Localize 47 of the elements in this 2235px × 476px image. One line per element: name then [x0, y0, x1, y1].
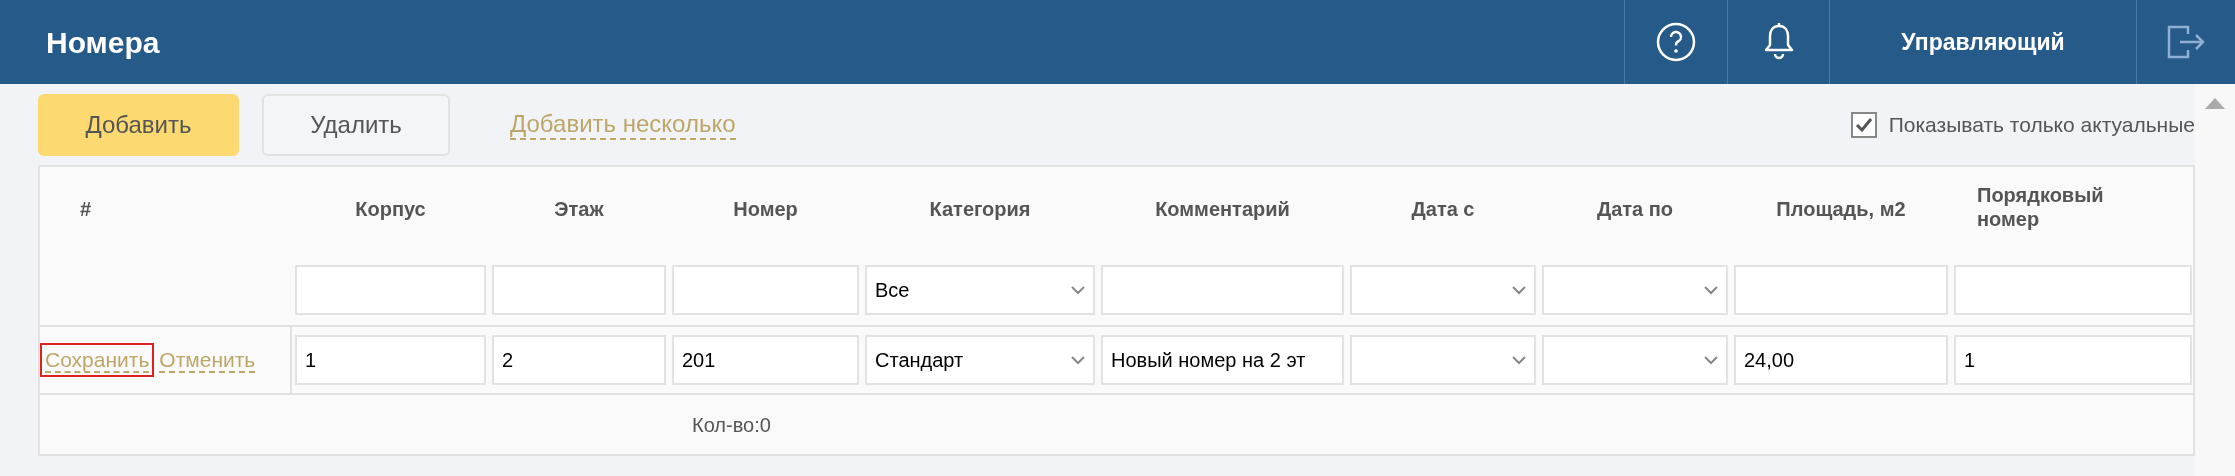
input-field[interactable]: 201 — [672, 335, 859, 385]
column-header: Порядковый номер — [1976, 183, 2105, 232]
chevron-down-icon — [1512, 285, 1526, 295]
bell-icon — [1762, 23, 1795, 61]
scrollbar[interactable] — [2195, 84, 2235, 476]
chevron-down-icon — [1704, 355, 1718, 365]
page-title: Номера — [45, 24, 161, 61]
select-field[interactable] — [1542, 335, 1728, 385]
input-field[interactable]: 24,00 — [1734, 335, 1948, 385]
select-field[interactable] — [1350, 265, 1536, 315]
chevron-down-icon — [1071, 355, 1085, 365]
help-icon — [1656, 22, 1696, 62]
checkbox-label: Показывать только актуальные — [1888, 111, 2195, 138]
column-header: Корпус — [354, 197, 427, 222]
chevron-down-icon — [1071, 285, 1085, 295]
column-header: # — [79, 197, 93, 222]
row-count: Кол-во:0 — [692, 412, 771, 438]
column-header: Категория — [928, 197, 1032, 222]
column-header: Комментарий — [1154, 197, 1291, 222]
input-field[interactable] — [1954, 265, 2192, 315]
input-field[interactable] — [1101, 265, 1344, 315]
check-icon — [1854, 116, 1873, 133]
column-header: Этаж — [553, 197, 605, 222]
chevron-down-icon — [1704, 285, 1718, 295]
user-menu[interactable]: Управляющий — [1829, 0, 2136, 84]
select-field[interactable]: Стандарт — [865, 335, 1095, 385]
logout-icon — [2166, 24, 2206, 60]
column-header: Площадь, м2 — [1775, 197, 1907, 222]
input-field[interactable]: 1 — [295, 335, 486, 385]
scroll-up-icon — [2205, 98, 2225, 109]
input-field[interactable]: Новый номер на 2 эт — [1101, 335, 1344, 385]
input-field[interactable] — [492, 265, 666, 315]
chevron-down-icon — [1512, 355, 1526, 365]
column-header: Дата по — [1595, 197, 1675, 222]
show-current-checkbox[interactable] — [1850, 111, 1877, 138]
input-field[interactable] — [672, 265, 859, 315]
input-field[interactable]: 1 — [1954, 335, 2192, 385]
input-field[interactable] — [1734, 265, 1948, 315]
select-field[interactable] — [1542, 265, 1728, 315]
select-field[interactable]: Все — [865, 265, 1095, 315]
input-field[interactable] — [295, 265, 486, 315]
delete-button[interactable]: Удалить — [262, 93, 450, 156]
column-header: Дата с — [1410, 197, 1476, 222]
add-button[interactable]: Добавить — [38, 93, 239, 156]
select-field[interactable] — [1350, 335, 1536, 385]
column-header: Номер — [732, 197, 799, 222]
input-field[interactable]: 2 — [492, 335, 666, 385]
